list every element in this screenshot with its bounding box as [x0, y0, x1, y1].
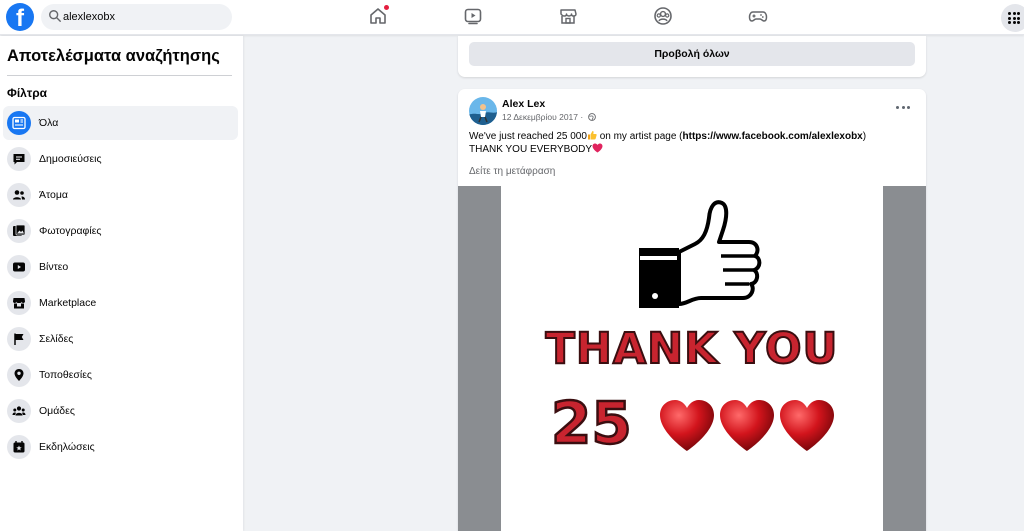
heart-icon [780, 400, 834, 451]
menu-grid-icon [1008, 12, 1020, 24]
post-image[interactable]: THANK YOU 25 [458, 186, 926, 531]
more-options-button[interactable] [892, 99, 914, 115]
marketplace-icon [7, 291, 31, 315]
sidebar-item-label: Βίντεο [39, 261, 69, 273]
location-pin-icon [7, 363, 31, 387]
search-box[interactable] [41, 4, 232, 30]
sidebar-item-video[interactable]: Βίντεο [3, 250, 238, 284]
sidebar-item-label: Σελίδες [39, 333, 74, 345]
groups-icon [7, 399, 31, 423]
marketplace-icon[interactable] [558, 6, 578, 26]
gaming-icon[interactable] [748, 6, 768, 26]
sidebar-item-label: Εκδηλώσεις [39, 441, 95, 453]
sidebar-item-all[interactable]: Όλα [3, 106, 238, 140]
sidebar-item-label: Δημοσιεύσεις [39, 153, 102, 165]
divider [7, 75, 232, 76]
sidebar-item-label: Φωτογραφίες [39, 225, 102, 237]
menu-button[interactable] [1001, 4, 1024, 32]
top-navigation-bar: f [0, 0, 1024, 35]
all-results-icon [7, 111, 31, 135]
watch-icon[interactable] [463, 6, 483, 26]
dot [901, 106, 905, 109]
view-all-button[interactable]: Προβολή όλων [469, 42, 915, 66]
home-icon[interactable] [368, 5, 389, 26]
avatar[interactable] [469, 97, 497, 125]
sidebar-item-label: Τοποθεσίες [39, 369, 92, 381]
sidebar-item-label: Marketplace [39, 297, 97, 309]
post-text-part: on my artist page ( [596, 131, 683, 142]
page-title: Αποτελέσματα αναζήτησης [7, 47, 220, 65]
post-text: We've just reached 25 000 on my artist p… [469, 130, 914, 156]
post-date-text: 12 Δεκεμβρίου 2017 · [502, 112, 584, 122]
search-filters-sidebar: Αποτελέσματα αναζήτησης Φίλτρα Όλα Δημοσ… [0, 36, 243, 531]
sidebar-item-label: Όλα [39, 117, 59, 129]
events-icon [7, 435, 31, 459]
notification-dot [384, 5, 389, 10]
dot [896, 106, 899, 109]
sidebar-item-pages[interactable]: Σελίδες [3, 322, 238, 356]
see-translation-link[interactable]: Δείτε τη μετάφραση [469, 166, 555, 177]
globe-icon [587, 113, 596, 121]
post-timestamp[interactable]: 12 Δεκεμβρίου 2017 · [502, 112, 596, 122]
search-input[interactable] [63, 8, 223, 26]
artist-page-link[interactable]: https://www.facebook.com/alexlexobx [683, 131, 863, 142]
photos-icon [7, 219, 31, 243]
thumbs-up-emoji-icon [587, 131, 597, 140]
sidebar-item-marketplace[interactable]: Marketplace [3, 286, 238, 320]
sidebar-item-events[interactable]: Εκδηλώσεις [3, 430, 238, 464]
post-text-part: ) [862, 131, 867, 142]
post-text-line2: THANK YOU EVERYBODY [469, 144, 592, 155]
sidebar-item-places[interactable]: Τοποθεσίες [3, 358, 238, 392]
groups-icon[interactable] [653, 6, 673, 26]
pages-flag-icon [7, 327, 31, 351]
post-author[interactable]: Alex Lex [502, 98, 545, 110]
sidebar-item-label: Άτομα [39, 189, 68, 201]
video-icon [7, 255, 31, 279]
thank-you-image: THANK YOU 25 [501, 186, 883, 531]
sidebar-item-photos[interactable]: Φωτογραφίες [3, 214, 238, 248]
sidebar-item-posts[interactable]: Δημοσιεύσεις [3, 142, 238, 176]
sidebar-item-label: Ομάδες [39, 405, 75, 417]
people-icon [7, 183, 31, 207]
heart-icon [660, 400, 714, 451]
facebook-logo[interactable]: f [6, 3, 34, 31]
thumbs-up-icon [639, 200, 762, 308]
post-text-part: We've just reached 25 000 [469, 131, 587, 142]
filters-heading: Φίλτρα [7, 86, 48, 100]
search-icon [49, 10, 61, 22]
posts-icon [7, 147, 31, 171]
dot [907, 106, 910, 109]
thank-you-text: THANK YOU [545, 323, 839, 375]
milestone-number: 25 [550, 388, 633, 459]
heart-icon [720, 400, 774, 451]
red-heart-emoji-icon [592, 143, 603, 153]
post-card: Alex Lex 12 Δεκεμβρίου 2017 · We've just… [458, 89, 926, 531]
sidebar-item-people[interactable]: Άτομα [3, 178, 238, 212]
sidebar-item-groups[interactable]: Ομάδες [3, 394, 238, 428]
results-card: Προβολή όλων [458, 36, 926, 77]
